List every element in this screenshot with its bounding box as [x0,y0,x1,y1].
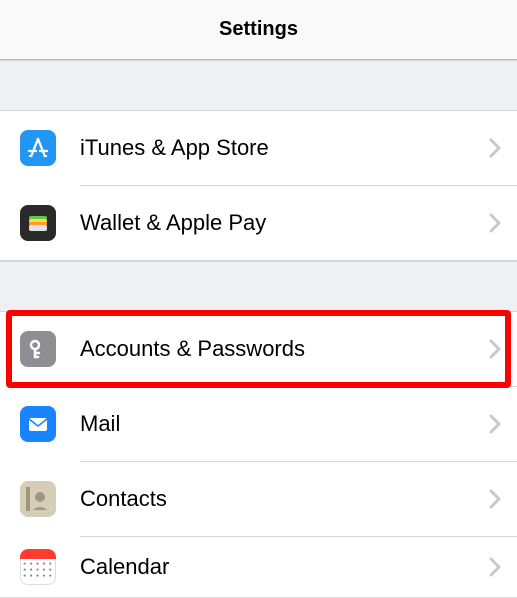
mail-icon [20,406,56,442]
section-gap [0,261,517,311]
row-mail[interactable]: Mail [0,387,517,461]
row-contacts[interactable]: Contacts [0,462,517,536]
row-wallet-apple-pay[interactable]: Wallet & Apple Pay [0,186,517,260]
row-accounts-passwords[interactable]: Accounts & Passwords [0,312,517,386]
contacts-icon [20,481,56,517]
app-store-icon [20,130,56,166]
row-label: Mail [80,411,489,437]
row-label: Accounts & Passwords [80,336,489,362]
chevron-right-icon [489,339,501,359]
row-itunes-app-store[interactable]: iTunes & App Store [0,111,517,185]
settings-group-1: iTunes & App Store Wallet & Apple Pay [0,110,517,261]
section-gap [0,60,517,110]
row-label: iTunes & App Store [80,135,489,161]
page-title: Settings [219,18,298,41]
wallet-icon [20,205,56,241]
chevron-right-icon [489,213,501,233]
row-calendar[interactable]: ● ● ● ● ●● ● ● ● ●● ● ● ● ● Calendar [0,537,517,597]
header: Settings [0,0,517,60]
row-label: Wallet & Apple Pay [80,210,489,236]
chevron-right-icon [489,414,501,434]
chevron-right-icon [489,489,501,509]
calendar-icon: ● ● ● ● ●● ● ● ● ●● ● ● ● ● [20,549,56,585]
chevron-right-icon [489,557,501,577]
chevron-right-icon [489,138,501,158]
row-label: Contacts [80,486,489,512]
settings-group-2: Accounts & Passwords Mail Contacts [0,311,517,598]
row-label: Calendar [80,554,489,580]
key-icon [20,331,56,367]
